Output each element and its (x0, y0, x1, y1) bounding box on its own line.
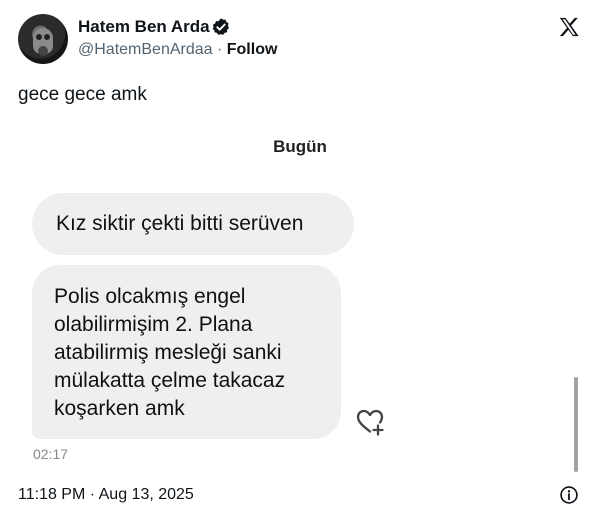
message-line: atabilirmiş mesleği sanki (54, 341, 282, 364)
verified-badge-icon (212, 18, 229, 35)
mask-eye-left (36, 34, 42, 40)
message-time: 02:17 (33, 446, 69, 462)
chat-date-separator: Bugün (273, 137, 327, 156)
scrollbar-thumb[interactable] (574, 377, 578, 472)
message-line: mülakatta çelme takacaz (54, 369, 286, 392)
message-line: olabilirmişim 2. Plana (54, 313, 253, 336)
author-handle-row: @HatemBenArdaa · Follow (78, 41, 277, 59)
tweet-text: gece gece amk (18, 84, 147, 105)
info-icon[interactable] (559, 485, 579, 505)
x-logo-icon[interactable] (558, 16, 580, 38)
message-line: Polis olcakmış engel (54, 285, 246, 308)
mask-filter (38, 46, 48, 56)
tweet-timestamp[interactable]: 11:18 PM · Aug 13, 2025 (18, 486, 194, 504)
message-line: Kız siktir çekti bitti serüven (56, 212, 304, 235)
author-display-name[interactable]: Hatem Ben Arda (78, 17, 210, 37)
avatar[interactable] (18, 14, 68, 64)
follow-button[interactable]: Follow (227, 41, 278, 58)
heart-plus-icon[interactable] (354, 407, 386, 437)
message-line: koşarken amk (54, 397, 185, 420)
chat-message-bubble: Kız siktir çekti bitti serüven (32, 193, 354, 255)
mask-eye-right (44, 34, 50, 40)
author-handle[interactable]: @HatemBenArdaa (78, 41, 213, 58)
handle-separator: · (212, 41, 227, 58)
chat-message-bubble: Polis olcakmış engel olabilirmişim 2. Pl… (32, 265, 341, 439)
